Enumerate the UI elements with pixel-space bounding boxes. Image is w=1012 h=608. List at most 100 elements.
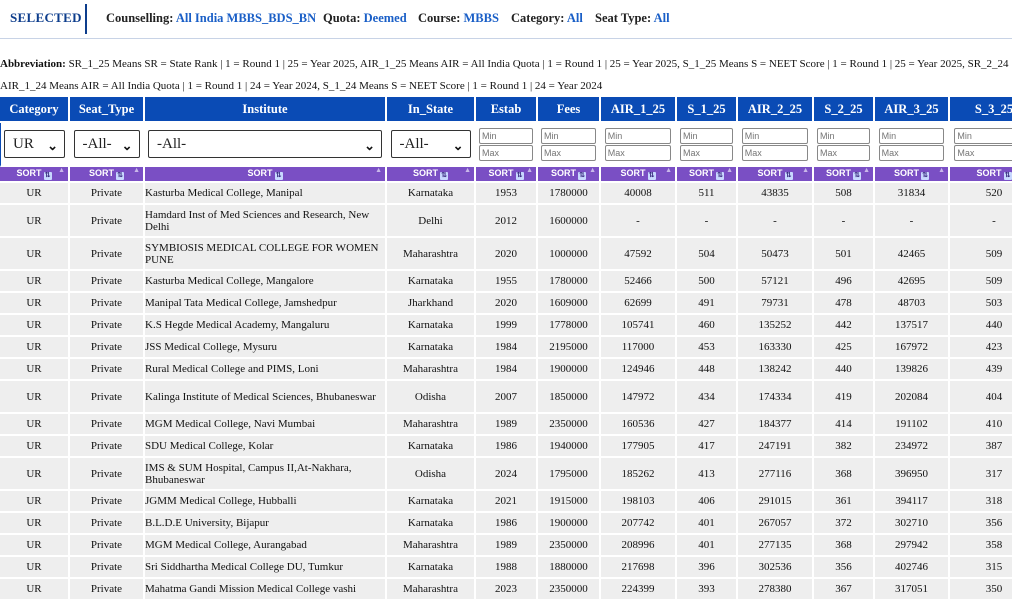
fees-max-input[interactable] bbox=[541, 144, 596, 161]
s-1-25-max-input[interactable] bbox=[679, 144, 734, 161]
category-select[interactable]: UR ⌄ bbox=[4, 130, 65, 158]
cell-air-3-25: 48703 bbox=[875, 293, 950, 315]
cell-s-3-25: 440 bbox=[950, 315, 1012, 337]
cell-category: UR bbox=[0, 381, 70, 414]
cell-fees: 1780000 bbox=[538, 183, 601, 205]
air-2-25-max-input[interactable] bbox=[741, 144, 809, 161]
cell-air-3-25: 234972 bbox=[875, 436, 950, 458]
table-row[interactable]: UR Private Rural Medical College and PIMS,… bbox=[0, 359, 1012, 381]
table-row[interactable]: UR Private SYMBIOSIS MEDICAL COLLEGE FOR W… bbox=[0, 238, 1012, 271]
table-row[interactable]: UR Private MGM Medical College, Navi Mumba… bbox=[0, 414, 1012, 436]
cell-air-2-25: - bbox=[738, 205, 814, 238]
course-value: MBBS bbox=[463, 11, 499, 25]
sort-button-air-2-25[interactable]: SORT ⇅ ▲ bbox=[738, 167, 814, 183]
s-3-25-min-input[interactable] bbox=[954, 127, 1012, 144]
sort-label: SORT bbox=[412, 168, 438, 178]
fees-range-cell bbox=[538, 123, 601, 167]
sort-button-category[interactable]: SORT ⇅ ▲ bbox=[0, 167, 70, 183]
cell-s-1-25: 417 bbox=[677, 436, 738, 458]
cell-seat-type: Private bbox=[70, 436, 145, 458]
cell-air-2-25: 277135 bbox=[738, 535, 814, 557]
cell-seat-type: Private bbox=[70, 414, 145, 436]
sort-direction-icon: ▲ bbox=[133, 167, 140, 174]
category-filter-cell: UR ⌄ bbox=[0, 123, 70, 167]
sort-button-fees[interactable]: SORT ⇅ ▲ bbox=[538, 167, 601, 183]
cell-s-3-25: - bbox=[950, 205, 1012, 238]
s-2-25-min-input[interactable] bbox=[816, 127, 871, 144]
sort-label: SORT bbox=[688, 168, 714, 178]
cell-s-2-25: 367 bbox=[814, 579, 875, 601]
table-row[interactable]: UR Private JGMM Medical College, Hubballi K… bbox=[0, 491, 1012, 513]
sort-label: SORT bbox=[976, 168, 1002, 178]
cell-estab: 1955 bbox=[476, 271, 538, 293]
sort-button-air-1-25[interactable]: SORT ⇅ ▲ bbox=[601, 167, 677, 183]
table-row[interactable]: UR Private IMS & SUM Hospital, Campus II,A… bbox=[0, 458, 1012, 491]
sort-label: SORT bbox=[488, 168, 514, 178]
sort-button-s-3-25[interactable]: SORT⇅▲ bbox=[950, 167, 1012, 183]
sort-button-institute[interactable]: SORT ⇅ ▲ bbox=[145, 167, 387, 183]
chevron-down-icon: ⌄ bbox=[452, 138, 464, 153]
cell-air-1-25: 185262 bbox=[601, 458, 677, 491]
sort-button-seat-type[interactable]: SORT ⇅ ▲ bbox=[70, 167, 145, 183]
cell-seat-type: Private bbox=[70, 557, 145, 579]
sort-arrows-icon: ⇅ bbox=[43, 172, 52, 180]
table-row[interactable]: UR Private Kasturba Medical College, Manip… bbox=[0, 183, 1012, 205]
table-row[interactable]: UR Private Kasturba Medical College, Manga… bbox=[0, 271, 1012, 293]
cell-air-1-25: 217698 bbox=[601, 557, 677, 579]
table-row[interactable]: UR Private K.S Hegde Medical Academy, Mang… bbox=[0, 315, 1012, 337]
air-1-25-min-input[interactable] bbox=[604, 127, 672, 144]
table-row[interactable]: UR Private Hamdard Inst of Med Sciences an… bbox=[0, 205, 1012, 238]
sort-direction-icon: ▲ bbox=[802, 167, 809, 174]
fees-min-input[interactable] bbox=[541, 127, 596, 144]
s-1-25-min-input[interactable] bbox=[679, 127, 734, 144]
cell-in-state: Maharashtra bbox=[387, 359, 476, 381]
in-state-select[interactable]: -All- ⌄ bbox=[390, 130, 471, 158]
sort-direction-icon: ▲ bbox=[58, 167, 65, 174]
sort-button-s-2-25[interactable]: SORT ⇅ ▲ bbox=[814, 167, 875, 183]
cell-fees: 1900000 bbox=[538, 359, 601, 381]
air-3-25-min-input[interactable] bbox=[878, 127, 945, 144]
table-row[interactable]: UR Private B.L.D.E University, Bijapur Karn… bbox=[0, 513, 1012, 535]
sort-button-estab[interactable]: SORT ⇅ ▲ bbox=[476, 167, 538, 183]
category-criterion: Category: All bbox=[511, 11, 583, 26]
cell-seat-type: Private bbox=[70, 579, 145, 601]
cell-s-3-25: 350 bbox=[950, 579, 1012, 601]
seat-type-filter-cell: -All- ⌄ bbox=[70, 123, 145, 167]
abbreviation-text-1: SR_1_25 Means SR = State Rank | 1 = Roun… bbox=[68, 58, 1009, 70]
air-2-25-min-input[interactable] bbox=[741, 127, 809, 144]
table-row[interactable]: UR Private MGM Medical College, Aurangabad… bbox=[0, 535, 1012, 557]
table-row[interactable]: UR Private Manipal Tata Medical College, J… bbox=[0, 293, 1012, 315]
cell-air-3-25: 191102 bbox=[875, 414, 950, 436]
seat-type-select[interactable]: -All- ⌄ bbox=[73, 130, 140, 158]
s-2-25-max-input[interactable] bbox=[816, 144, 871, 161]
sort-arrows-icon: ⇅ bbox=[116, 172, 124, 180]
cell-air-3-25: - bbox=[875, 205, 950, 238]
sort-button-in-state[interactable]: SORT ⇅ ▲ bbox=[387, 167, 476, 183]
cell-s-2-25: 501 bbox=[814, 238, 875, 271]
sort-button-s-1-25[interactable]: SORT ⇅ ▲ bbox=[677, 167, 738, 183]
column-header-air-3-25: AIR_3_25 bbox=[875, 97, 950, 123]
cell-s-3-25: 317 bbox=[950, 458, 1012, 491]
table-row[interactable]: UR Private Sri Siddhartha Medical College … bbox=[0, 557, 1012, 579]
cell-s-1-25: 393 bbox=[677, 579, 738, 601]
estab-max-input[interactable] bbox=[479, 144, 533, 161]
cell-category: UR bbox=[0, 513, 70, 535]
cell-air-3-25: 42695 bbox=[875, 271, 950, 293]
sort-button-air-3-25[interactable]: SORT ⇅ ▲ bbox=[875, 167, 950, 183]
institute-select[interactable]: -All- ⌄ bbox=[148, 130, 382, 158]
sort-arrows-icon: ⇅ bbox=[274, 172, 283, 180]
air-1-25-max-input[interactable] bbox=[604, 144, 672, 161]
estab-min-input[interactable] bbox=[479, 127, 533, 144]
table-row[interactable]: UR Private JSS Medical College, Mysuru Karn… bbox=[0, 337, 1012, 359]
cell-category: UR bbox=[0, 205, 70, 238]
cell-category: UR bbox=[0, 414, 70, 436]
cell-air-1-25: 224399 bbox=[601, 579, 677, 601]
table-row[interactable]: UR Private Kalinga Institute of Medical Sc… bbox=[0, 381, 1012, 414]
table-row[interactable]: UR Private Mahatma Gandi Mission Medical C… bbox=[0, 579, 1012, 601]
college-cutoff-table: Category Seat_Type Institute In_State Estab F… bbox=[0, 97, 1012, 601]
s-3-25-max-input[interactable] bbox=[954, 144, 1012, 161]
sort-arrows-icon: ⇅ bbox=[853, 172, 861, 180]
table-row[interactable]: UR Private SDU Medical College, Kolar Karna… bbox=[0, 436, 1012, 458]
abbreviation-line-1: Abbreviation: SR_1_25 Means SR = State R… bbox=[0, 53, 1012, 75]
air-3-25-max-input[interactable] bbox=[878, 144, 945, 161]
